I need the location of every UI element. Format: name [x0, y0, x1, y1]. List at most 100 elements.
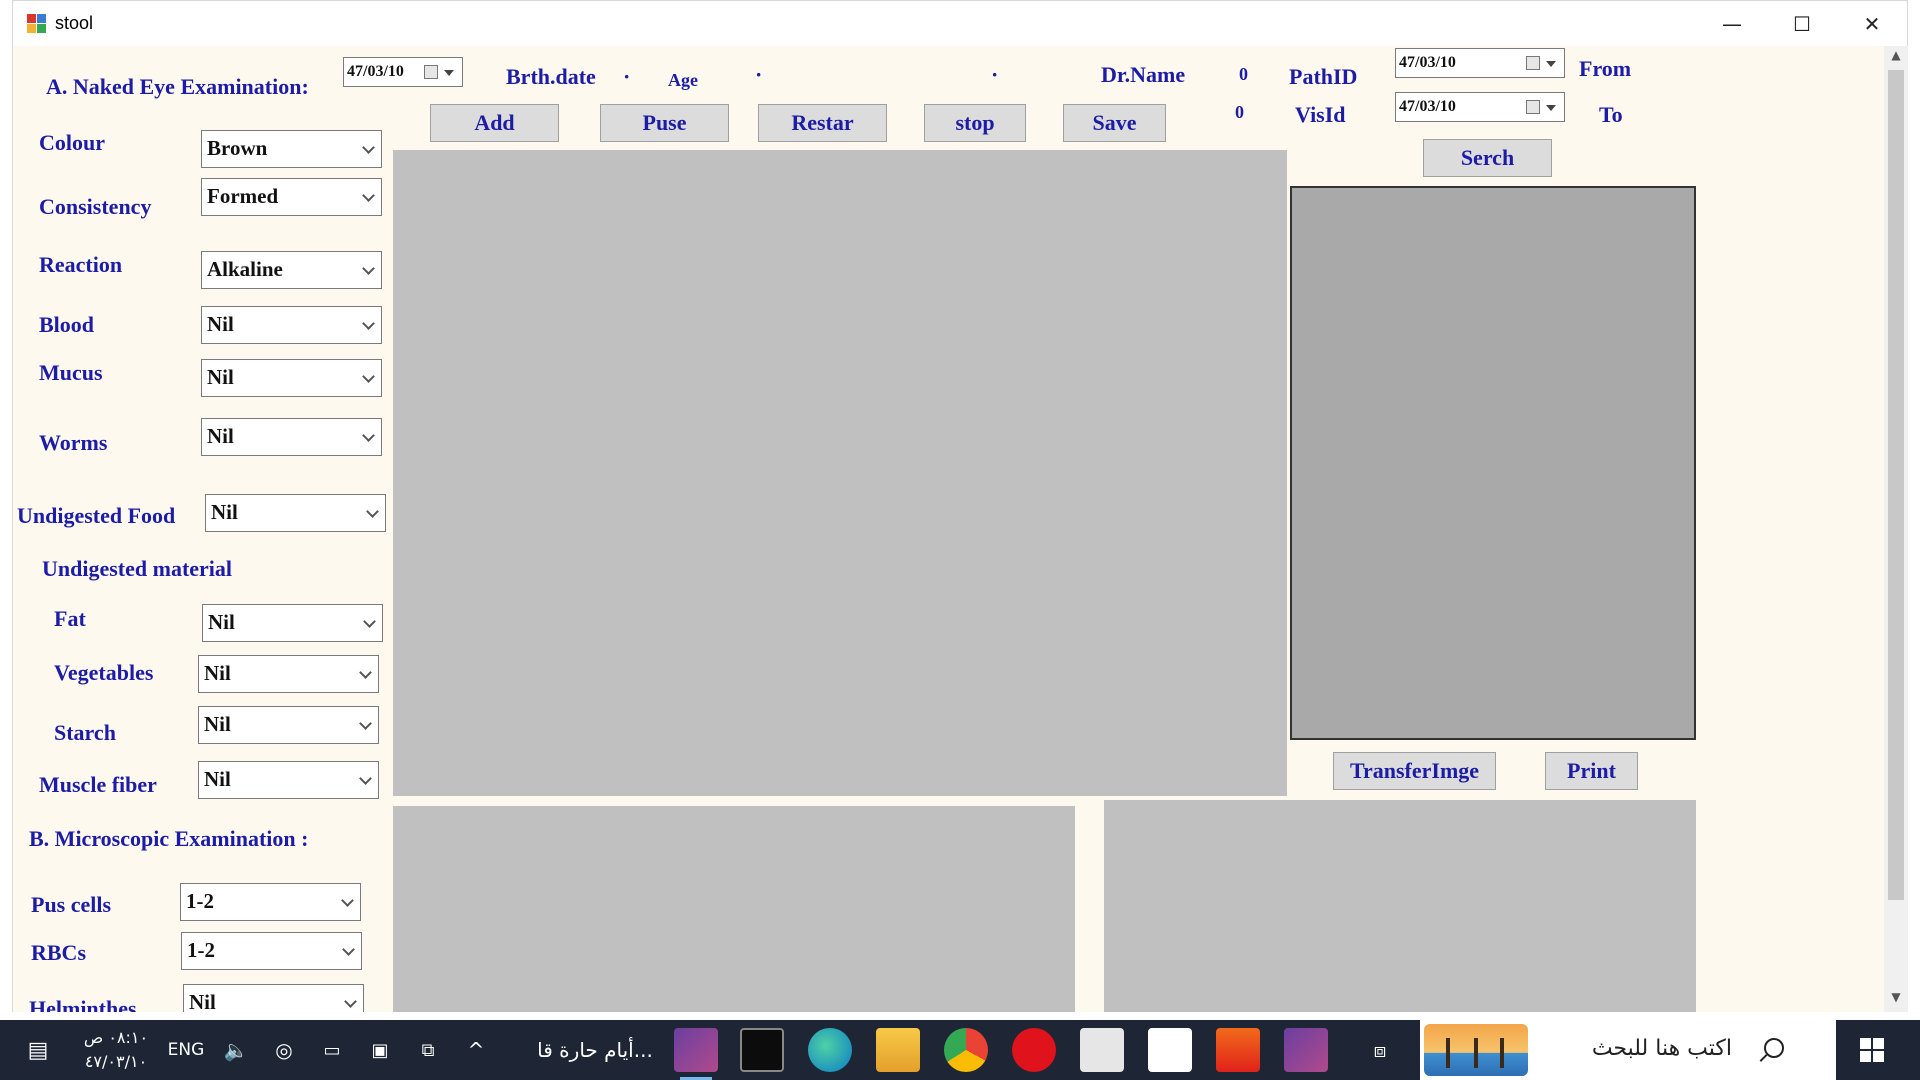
weather-widget[interactable]: أيام حارة قا...: [520, 1020, 670, 1080]
task-view-icon[interactable]: ⧈: [1362, 1020, 1398, 1080]
minimize-button[interactable]: —: [1697, 1, 1767, 47]
media-app-icon[interactable]: [1148, 1028, 1192, 1072]
vegetables-select[interactable]: Nil: [198, 655, 379, 693]
muscle-fiber-label: Muscle fiber: [39, 772, 157, 797]
volume-icon[interactable]: 🔈: [218, 1020, 254, 1080]
opera-icon[interactable]: [1012, 1028, 1056, 1072]
taskbar-app-stool[interactable]: [674, 1028, 718, 1080]
dropdown-arrow-icon: [444, 70, 454, 76]
path-id-value: 0: [1239, 64, 1248, 84]
visit-id-value: 0: [1235, 102, 1244, 122]
search-placeholder: اكتب هنا للبحث: [1591, 1036, 1732, 1061]
to-date-picker[interactable]: 47/03/10: [1395, 92, 1565, 122]
chevron-down-icon: [362, 317, 375, 330]
muscle-fiber-select[interactable]: Nil: [198, 761, 379, 799]
birth-date-label: Brth.date: [506, 64, 596, 89]
save-button[interactable]: Save: [1063, 104, 1166, 142]
consistency-value: Formed: [207, 184, 279, 208]
undigested-food-select[interactable]: Nil: [205, 494, 386, 532]
file-explorer-icon[interactable]: [876, 1028, 920, 1072]
name-value: ·: [991, 62, 999, 87]
starch-value: Nil: [204, 712, 231, 736]
close-button[interactable]: ✕: [1837, 1, 1907, 47]
clock[interactable]: ٠٨:١٠ ص ٤٧/٠٣/١٠: [72, 1020, 160, 1080]
colour-label: Colour: [39, 130, 105, 155]
fat-value: Nil: [208, 610, 235, 634]
dev-tool-icon[interactable]: [1080, 1028, 1124, 1072]
calendar-icon: [1526, 100, 1540, 114]
stop-button[interactable]: stop: [924, 104, 1026, 142]
blood-select[interactable]: Nil: [201, 306, 382, 344]
camera-preview-panel: [393, 150, 1287, 796]
network-icon[interactable]: ◎: [266, 1020, 302, 1080]
vertical-scrollbar[interactable]: ▲ ▼: [1884, 46, 1908, 1012]
undigested-food-label: Undigested Food: [17, 503, 176, 528]
rbcs-select[interactable]: 1-2: [181, 932, 362, 970]
from-date-picker[interactable]: 47/03/10: [1395, 48, 1565, 78]
chevron-down-icon: [341, 894, 354, 907]
to-label: To: [1599, 102, 1623, 127]
calendar-icon: [1526, 56, 1540, 70]
age-label: Age: [668, 70, 698, 90]
pus-cells-label: Pus cells: [31, 892, 112, 917]
lightning-app-icon[interactable]: [1216, 1028, 1260, 1072]
print-button[interactable]: Print: [1545, 752, 1638, 790]
hidden-icons-chevron-icon[interactable]: ^: [458, 1020, 494, 1080]
scrollbar-thumb[interactable]: [1888, 70, 1904, 900]
search-box[interactable]: اكتب هنا للبحث: [1420, 1020, 1836, 1080]
age-value: ·: [755, 62, 763, 87]
search-button[interactable]: Serch: [1423, 139, 1552, 177]
app-icon: [27, 14, 47, 34]
undigested-material-label: Undigested material: [42, 556, 233, 581]
notification-icon[interactable]: ▤: [24, 1020, 52, 1080]
consistency-label: Consistency: [39, 194, 152, 219]
pause-button[interactable]: Puse: [600, 104, 729, 142]
exam-date-value: 47/03/10: [347, 63, 404, 80]
worms-select[interactable]: Nil: [201, 418, 382, 456]
blood-label: Blood: [39, 312, 95, 337]
start-button[interactable]: [1860, 1038, 1884, 1062]
chrome-icon[interactable]: [944, 1028, 988, 1072]
taskbar-app-stool-2[interactable]: [1284, 1028, 1328, 1072]
chevron-down-icon: [362, 141, 375, 154]
mucus-value: Nil: [207, 365, 234, 389]
window-title: stool: [55, 13, 94, 33]
scroll-down-icon[interactable]: ▼: [1884, 990, 1908, 1010]
exam-date-picker[interactable]: 47/03/10: [343, 57, 463, 87]
to-date-value: 47/03/10: [1399, 98, 1456, 115]
chevron-down-icon: [359, 666, 372, 679]
meet-now-icon[interactable]: ⧉: [410, 1020, 446, 1080]
chevron-down-icon: [366, 505, 379, 518]
restart-button[interactable]: Restar: [758, 104, 887, 142]
terminal-icon[interactable]: [740, 1028, 784, 1072]
image-thumbnail-panel-1: [393, 806, 1075, 1012]
worms-label: Worms: [39, 430, 108, 455]
worms-value: Nil: [207, 424, 234, 448]
search-highlight-image: [1424, 1024, 1528, 1076]
add-button[interactable]: Add: [430, 104, 559, 142]
maximize-button[interactable]: ☐: [1767, 1, 1837, 47]
mucus-select[interactable]: Nil: [201, 359, 382, 397]
fat-label: Fat: [54, 606, 86, 631]
rbcs-value: 1-2: [187, 938, 215, 962]
scroll-up-icon[interactable]: ▲: [1884, 48, 1908, 68]
chevron-down-icon: [363, 615, 376, 628]
starch-select[interactable]: Nil: [198, 706, 379, 744]
consistency-select[interactable]: Formed: [201, 178, 382, 216]
from-date-value: 47/03/10: [1399, 54, 1456, 71]
reaction-select[interactable]: Alkaline: [201, 251, 382, 289]
helminthes-value: Nil: [189, 990, 216, 1012]
colour-select[interactable]: Brown: [201, 130, 382, 168]
chevron-down-icon: [359, 717, 372, 730]
display-icon[interactable]: ▣: [362, 1020, 398, 1080]
form-client-area: A. Naked Eye Examination: 47/03/10 Brth.…: [13, 46, 1885, 1012]
language-indicator[interactable]: ENG: [160, 1020, 212, 1080]
helminthes-select[interactable]: Nil: [183, 984, 364, 1012]
battery-icon[interactable]: ▭: [314, 1020, 350, 1080]
edge-icon[interactable]: [808, 1028, 852, 1072]
pus-cells-select[interactable]: 1-2: [180, 883, 361, 921]
pus-cells-value: 1-2: [186, 889, 214, 913]
transfer-image-button[interactable]: TransferImge: [1333, 752, 1496, 790]
chevron-down-icon: [344, 995, 357, 1008]
fat-select[interactable]: Nil: [202, 604, 383, 642]
